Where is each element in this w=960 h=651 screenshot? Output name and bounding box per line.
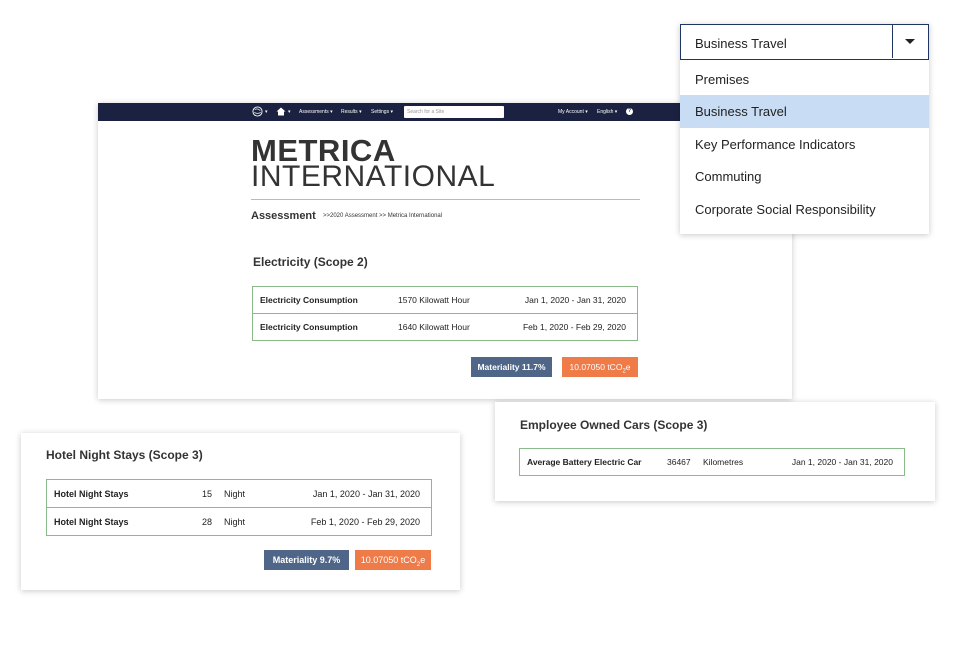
hotel-night-stays-card: Hotel Night Stays (Scope 3) Hotel Night … bbox=[21, 433, 460, 590]
category-select[interactable]: Business Travel bbox=[680, 24, 929, 60]
activity-name: Electricity Consumption bbox=[252, 313, 398, 341]
activity-quantity: 36467 bbox=[667, 457, 691, 467]
page-title: Assessment bbox=[251, 210, 316, 222]
activity-name: Hotel Night Stays bbox=[54, 488, 129, 499]
site-search-input[interactable]: Search for a Site bbox=[404, 106, 504, 118]
activity-quantity: 1570 Kilowatt Hour bbox=[398, 295, 470, 305]
home-chevron-icon[interactable]: ▾ bbox=[288, 109, 291, 115]
option-business-travel[interactable]: Business Travel bbox=[680, 95, 929, 128]
help-icon[interactable]: ? bbox=[626, 108, 633, 115]
brand-divider bbox=[251, 199, 640, 200]
nav-settings-label: Settings bbox=[371, 109, 390, 115]
materiality-badge: Materiality 9.7% bbox=[264, 550, 349, 570]
employee-owned-cars-card: Employee Owned Cars (Scope 3) Average Ba… bbox=[495, 402, 935, 501]
cars-table: Average Battery Electric Car 36467 Kilom… bbox=[519, 448, 905, 476]
nav-results[interactable]: Results ▾ bbox=[341, 109, 362, 115]
activity-name: Average Battery Electric Car bbox=[527, 457, 642, 467]
category-dropdown: Business Travel Premises Business Travel… bbox=[680, 24, 929, 234]
nav-settings[interactable]: Settings ▾ bbox=[371, 109, 393, 115]
activity-dates: Feb 1, 2020 - Feb 29, 2020 bbox=[510, 313, 638, 341]
electricity-table: Electricity Consumption 1570 Kilowatt Ho… bbox=[252, 286, 638, 341]
option-key-performance-indicators[interactable]: Key Performance Indicators bbox=[680, 128, 929, 161]
table-row[interactable]: Hotel Night Stays 28 Night Feb 1, 2020 -… bbox=[46, 507, 432, 536]
activity-quantity: 15 bbox=[201, 488, 212, 499]
logo-chevron-icon[interactable]: ▾ bbox=[265, 109, 268, 115]
activity-dates: Jan 1, 2020 - Jan 31, 2020 bbox=[791, 457, 893, 467]
emissions-badge: 10.07050 tCO2e bbox=[355, 550, 431, 570]
nav-language[interactable]: English ▾ bbox=[597, 109, 617, 115]
activity-unit: Night bbox=[224, 507, 294, 536]
home-icon[interactable] bbox=[276, 107, 286, 116]
emissions-value: 10.07050 tCO bbox=[360, 555, 417, 565]
option-premises[interactable]: Premises bbox=[680, 63, 929, 96]
hotel-table: Hotel Night Stays 15 Night Jan 1, 2020 -… bbox=[46, 479, 432, 536]
table-row[interactable]: Average Battery Electric Car 36467 Kilom… bbox=[520, 449, 905, 476]
dropdown-toggle-button[interactable] bbox=[892, 25, 928, 58]
option-corporate-social-responsibility[interactable]: Corporate Social Responsibility bbox=[680, 193, 929, 226]
hotel-section-title: Hotel Night Stays (Scope 3) bbox=[46, 448, 203, 462]
nav-results-label: Results bbox=[341, 109, 358, 115]
caret-down-icon bbox=[905, 39, 915, 44]
nav-assessments[interactable]: Assessments ▾ bbox=[299, 109, 333, 115]
activity-name: Hotel Night Stays bbox=[46, 507, 184, 536]
activity-unit: Night bbox=[224, 488, 246, 499]
activity-quantity: 28 bbox=[184, 507, 224, 536]
activity-dates: Feb 1, 2020 - Feb 29, 2020 bbox=[294, 507, 432, 536]
emissions-suffix: e bbox=[625, 362, 631, 372]
selected-category: Business Travel bbox=[695, 36, 787, 51]
activity-quantity: 1640 Kilowatt Hour bbox=[398, 313, 510, 341]
globe-logo-icon[interactable] bbox=[252, 106, 263, 117]
breadcrumb[interactable]: >>2020 Assessment >> Metrica Internation… bbox=[323, 213, 442, 219]
brand-subtitle: INTERNATIONAL bbox=[251, 160, 496, 193]
emissions-badge: 10.07050 tCO2e bbox=[562, 357, 638, 377]
emissions-value: 10.07050 tCO bbox=[569, 362, 623, 372]
nav-language-label: English bbox=[597, 109, 614, 115]
table-row[interactable]: Electricity Consumption 1640 Kilowatt Ho… bbox=[252, 313, 638, 341]
materiality-badge: Materiality 11.7% bbox=[471, 357, 552, 377]
cars-section-title: Employee Owned Cars (Scope 3) bbox=[520, 418, 708, 432]
table-row[interactable]: Electricity Consumption 1570 Kilowatt Ho… bbox=[253, 287, 638, 314]
activity-dates: Jan 1, 2020 - Jan 31, 2020 bbox=[524, 295, 626, 305]
nav-my-account-label: My Account bbox=[558, 109, 584, 115]
electricity-section-title: Electricity (Scope 2) bbox=[253, 255, 368, 269]
activity-name: Electricity Consumption bbox=[260, 295, 358, 305]
emissions-suffix: e bbox=[420, 555, 426, 565]
table-row[interactable]: Hotel Night Stays 15 Night Jan 1, 2020 -… bbox=[47, 480, 432, 508]
nav-assessments-label: Assessments bbox=[299, 109, 329, 115]
activity-unit: Kilometres bbox=[703, 457, 744, 467]
nav-my-account[interactable]: My Account ▾ bbox=[558, 109, 588, 115]
activity-dates: Jan 1, 2020 - Jan 31, 2020 bbox=[312, 488, 420, 499]
option-commuting[interactable]: Commuting bbox=[680, 160, 929, 193]
